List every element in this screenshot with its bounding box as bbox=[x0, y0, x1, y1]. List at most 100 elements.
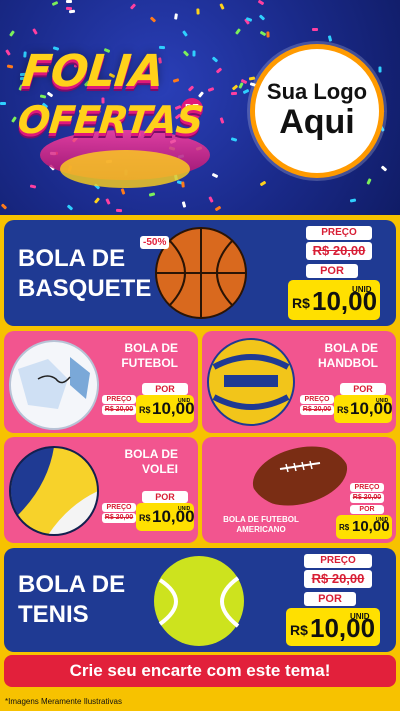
preco-label: PREÇO bbox=[306, 226, 372, 240]
confetti-piece bbox=[0, 203, 8, 210]
old-price: R$ 20,00 bbox=[102, 513, 136, 523]
confetti-piece bbox=[231, 84, 239, 91]
confetti-piece bbox=[230, 91, 238, 96]
volleyball-icon bbox=[9, 446, 99, 536]
unit-label: UNID bbox=[352, 285, 372, 294]
logo-text-1: Sua Logo bbox=[266, 79, 368, 105]
currency: R$ bbox=[292, 295, 310, 311]
product-title: BOLA DE FUTEBOL AMERICANO bbox=[206, 515, 316, 535]
old-price: R$ 20,00 bbox=[300, 405, 334, 415]
logo-text-2: Aqui bbox=[279, 103, 355, 142]
preco-label: PREÇO bbox=[350, 483, 384, 492]
handball-icon bbox=[207, 338, 295, 426]
tennis-ball-icon bbox=[154, 556, 244, 646]
hero-banner: FOLIA DE OFERTAS Sua Logo Aqui bbox=[0, 0, 400, 215]
product-title-line1: BOLA DE bbox=[18, 571, 126, 598]
confetti-piece bbox=[366, 178, 372, 185]
product-title-line2: FUTEBOL bbox=[121, 356, 178, 370]
old-price: R$ 20,00 bbox=[102, 405, 136, 415]
por-label: POR bbox=[340, 383, 386, 395]
preco-label: PREÇO bbox=[304, 554, 372, 568]
drum-decoration bbox=[60, 150, 190, 188]
confetti-piece bbox=[6, 64, 14, 69]
confetti-piece bbox=[51, 0, 59, 7]
product-card-tenis: BOLA DE TENIS PREÇO R$ 20,00 POR R$ 10,0… bbox=[4, 548, 396, 652]
product-title-line1: BOLA DE bbox=[18, 245, 126, 272]
unit-label: UNID bbox=[350, 612, 370, 621]
confetti-piece bbox=[105, 198, 111, 205]
product-card-basquete: BOLA DE BASQUETE -50% PREÇO R$ 20,00 POR… bbox=[4, 220, 396, 326]
price-box: R$ 10,00 UNID bbox=[136, 395, 195, 423]
confetti-piece bbox=[219, 3, 225, 10]
confetti-piece bbox=[238, 82, 244, 89]
confetti-piece bbox=[68, 9, 76, 14]
confetti-piece bbox=[149, 16, 157, 23]
currency: R$ bbox=[339, 523, 350, 532]
confetti-piece bbox=[248, 76, 256, 81]
product-title-line1: BOLA DE FUTEBOL bbox=[223, 515, 299, 524]
price-box: R$ 10,00 UNID bbox=[288, 280, 380, 320]
confetti-piece bbox=[266, 31, 270, 38]
product-title-line1: BOLA DE bbox=[124, 341, 178, 355]
product-title-line2: TENIS bbox=[18, 601, 89, 628]
por-label: POR bbox=[306, 264, 358, 278]
product-card-futebol: BOLA DE FUTEBOL POR PREÇO R$ 20,00 R$ 10… bbox=[4, 331, 198, 433]
confetti-piece bbox=[378, 66, 382, 73]
currency: R$ bbox=[139, 405, 151, 415]
confetti-piece bbox=[349, 198, 357, 203]
confetti-piece bbox=[182, 30, 188, 37]
old-price: R$ 20,00 bbox=[304, 570, 372, 588]
product-card-handbol: BOLA DE HANDBOL POR PREÇO R$ 20,00 R$ 10… bbox=[202, 331, 396, 433]
logo-placeholder: Sua Logo Aqui bbox=[250, 44, 384, 178]
confetti-piece bbox=[259, 180, 267, 187]
unit-label: UNID bbox=[178, 506, 191, 512]
confetti-piece bbox=[29, 184, 37, 189]
confetti-piece bbox=[32, 28, 38, 35]
confetti-piece bbox=[257, 0, 265, 6]
por-label: POR bbox=[304, 592, 356, 606]
currency: R$ bbox=[290, 622, 308, 638]
product-card-volei: BOLA DE VOLEI POR PREÇO R$ 20,00 R$ 10,0… bbox=[4, 437, 198, 543]
confetti-piece bbox=[11, 116, 17, 123]
brand-ofertas: OFERTAS bbox=[15, 98, 205, 142]
confetti-piece bbox=[230, 137, 238, 142]
confetti-piece bbox=[181, 181, 185, 188]
confetti-piece bbox=[214, 205, 222, 212]
product-title-line2: HANDBOL bbox=[318, 356, 378, 370]
confetti-piece bbox=[129, 3, 137, 10]
confetti-piece bbox=[197, 91, 205, 98]
confetti-piece bbox=[219, 117, 225, 124]
confetti-piece bbox=[120, 188, 126, 195]
por-label: POR bbox=[350, 505, 384, 514]
product-title-line2: BASQUETE bbox=[18, 275, 152, 302]
unit-label: UNID bbox=[178, 398, 191, 404]
confetti-piece bbox=[5, 49, 11, 56]
confetti-piece bbox=[174, 13, 178, 20]
old-price: R$ 20,00 bbox=[306, 242, 372, 260]
preco-label: PREÇO bbox=[102, 395, 136, 404]
product-title: BOLA DE VOLEI bbox=[124, 447, 178, 477]
confetti-piece bbox=[242, 88, 250, 95]
product-title: BOLA DE HANDBOL bbox=[318, 341, 378, 371]
product-title: BOLA DE BASQUETE bbox=[18, 244, 151, 304]
confetti-piece bbox=[380, 165, 388, 172]
product-title: BOLA DE TENIS bbox=[18, 570, 125, 630]
unit-label: UNID bbox=[376, 517, 389, 523]
product-title-line2: VOLEI bbox=[141, 462, 178, 476]
cta-banner[interactable]: Crie seu encarte com este tema! bbox=[4, 655, 396, 687]
confetti-piece bbox=[327, 35, 333, 42]
confetti-piece bbox=[208, 196, 214, 203]
product-title-line2: AMERICANO bbox=[236, 525, 286, 534]
confetti-piece bbox=[211, 172, 219, 179]
confetti-piece bbox=[187, 85, 195, 92]
confetti-piece bbox=[115, 208, 123, 213]
american-football-icon bbox=[252, 446, 348, 506]
por-label: POR bbox=[142, 491, 188, 503]
confetti-piece bbox=[65, 0, 73, 4]
confetti-piece bbox=[172, 78, 180, 83]
confetti-piece bbox=[259, 30, 267, 37]
price-box: R$ 10,00 UNID bbox=[334, 395, 393, 423]
price-box: R$ 10,00 UNID bbox=[136, 503, 195, 531]
preco-label: PREÇO bbox=[102, 503, 136, 512]
price-box: R$ 10,00 UNID bbox=[336, 515, 392, 539]
